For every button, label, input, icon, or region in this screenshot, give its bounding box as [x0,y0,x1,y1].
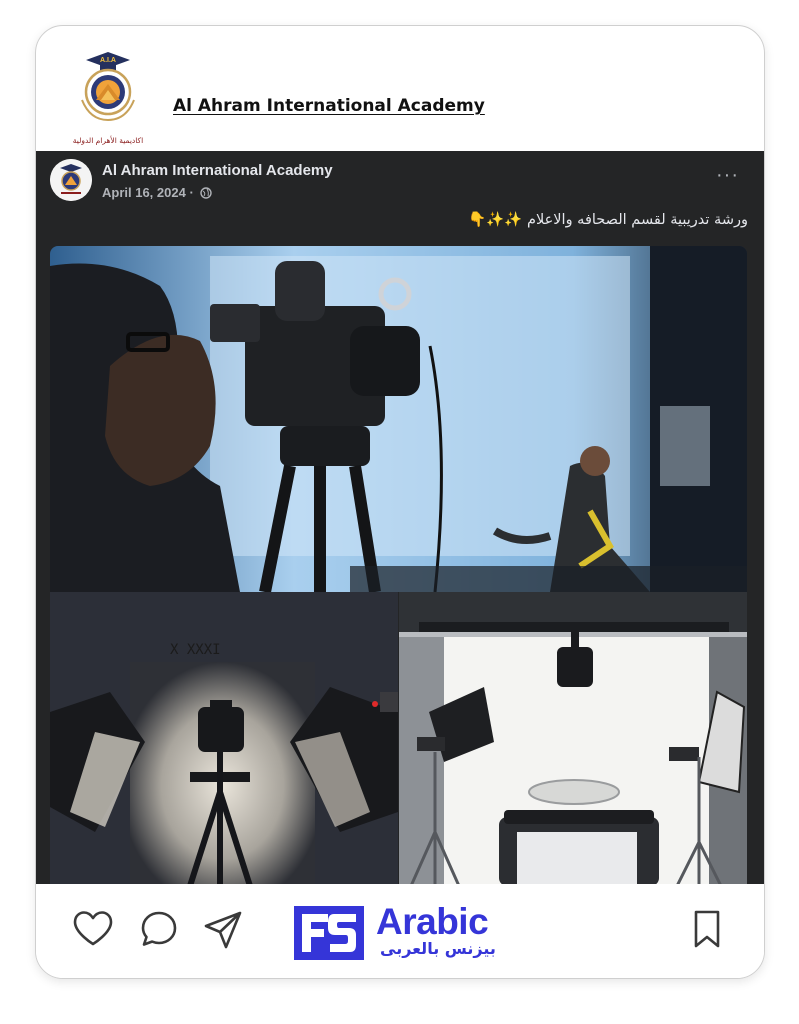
svg-text:X XXXI: X XXXI [170,642,221,658]
bookmark-icon[interactable] [692,909,722,949]
share-icon[interactable] [202,910,244,950]
post-caption: ورشة تدريبية لقسم الصحافه والاعلام ✨✨👇 [468,212,748,228]
globe-icon [200,187,213,199]
photo-white-backdrop[interactable] [399,592,747,884]
more-options-button[interactable]: ··· [716,165,739,185]
academy-logo: A.I.A اكاديمية الأهرام الدولية [70,50,146,150]
header-title[interactable]: Al Ahram International Academy [173,96,485,116]
author-avatar[interactable] [50,159,92,201]
photo-videographer[interactable] [50,246,747,592]
post-date-text: April 16, 2024 · [102,185,194,200]
post-card: A.I.A اكاديمية الأهرام الدولية Al Ahram … [35,25,765,979]
photo-studio-softbox[interactable]: X XXXI [50,592,398,884]
logo-text: A.I.A [100,57,116,64]
brand-mark-icon [294,906,364,960]
like-icon[interactable] [72,910,114,948]
facebook-post: Al Ahram International Academy April 16,… [36,151,764,884]
card-header: A.I.A اكاديمية الأهرام الدولية Al Ahram … [36,26,764,151]
photo-grid: X XXXI [50,246,747,884]
comment-icon[interactable] [139,909,179,949]
arabic-business-logo: Arabic بيزنس بالعربى [294,901,512,962]
post-author[interactable]: Al Ahram International Academy [102,162,333,179]
card-footer: Arabic بيزنس بالعربى [36,884,764,978]
brand-name-arabic: بيزنس بالعربى [380,939,496,958]
post-date[interactable]: April 16, 2024 · [102,185,213,200]
logo-arabic-text: اكاديمية الأهرام الدولية [73,135,143,145]
brand-name-english: Arabic [376,901,489,942]
